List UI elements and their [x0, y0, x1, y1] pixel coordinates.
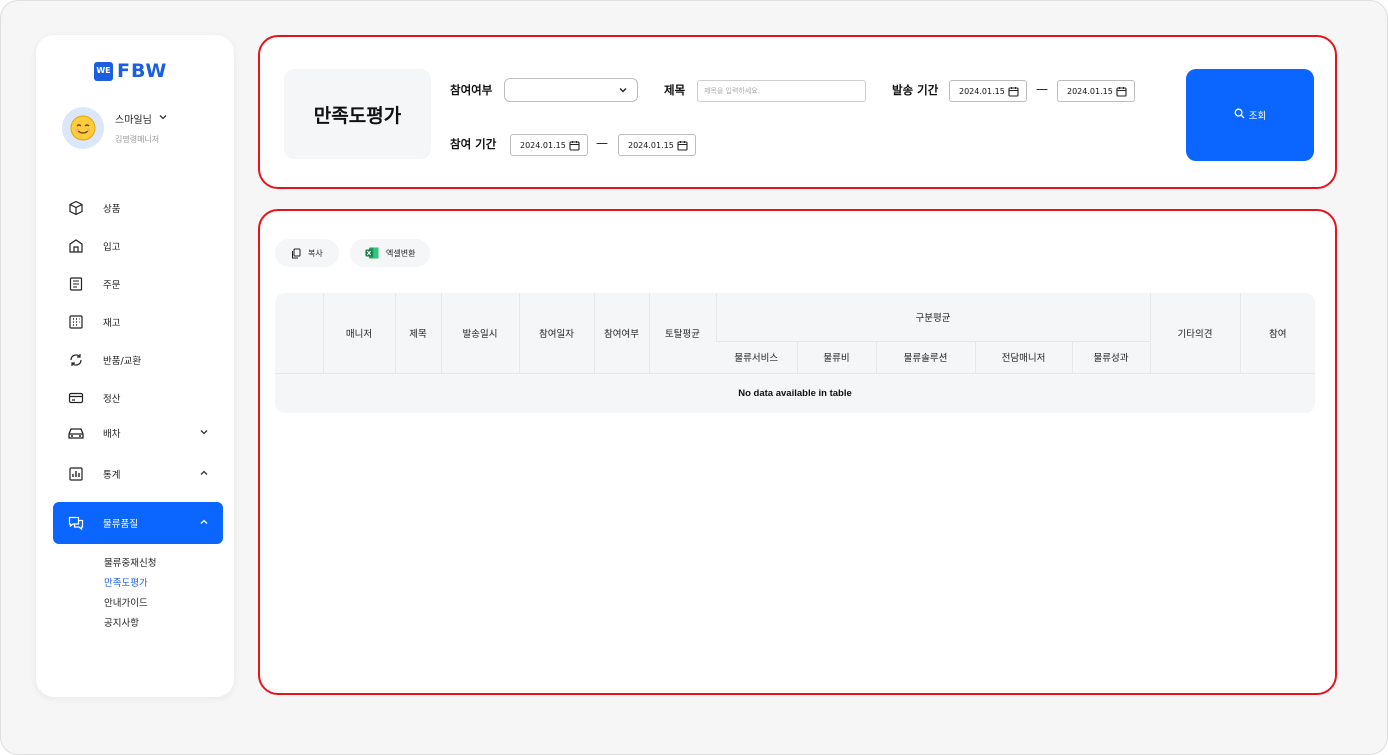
participation-period-label: 참여 기간 — [450, 137, 497, 151]
subnav-item-satisfaction[interactable]: 만족도평가 — [104, 575, 148, 589]
column-header-logistics-service[interactable]: 물류서비스 — [716, 341, 797, 374]
sidebar-item-label: 재고 — [103, 318, 121, 329]
profile[interactable]: 스마일님 김명령매니저 — [62, 107, 168, 149]
empty-table-message: No data available in table — [275, 373, 1315, 413]
sidebar-item-label: 물류품질 — [103, 519, 138, 530]
column-header-participation-date[interactable]: 참여일자 — [518, 293, 594, 374]
card-icon — [67, 389, 85, 407]
send-start-date[interactable]: 2024.01.15 — [949, 80, 1027, 102]
search-icon — [1234, 108, 1245, 122]
box-icon — [67, 199, 85, 217]
column-header-manager[interactable]: 매니저 — [322, 293, 395, 374]
chevron-down-icon[interactable] — [158, 112, 168, 125]
warehouse-icon — [67, 237, 85, 255]
sidebar-item-label: 정산 — [103, 394, 121, 405]
column-header-total-average[interactable]: 토탈평균 — [648, 293, 716, 374]
search-button[interactable]: 조회 — [1186, 69, 1314, 161]
subnav-item-guide[interactable]: 안내가이드 — [104, 595, 148, 609]
column-header-category-average: 구분평균 — [715, 293, 1151, 342]
column-header-other-comments[interactable]: 기타의견 — [1149, 293, 1241, 374]
participation-label: 참여여부 — [450, 83, 493, 97]
send-period-label: 발송 기간 — [892, 83, 939, 97]
refresh-icon — [67, 351, 85, 369]
chevron-down-icon[interactable] — [199, 427, 209, 440]
avatar-smile-icon — [62, 107, 104, 149]
profile-name: 스마일님 — [115, 115, 152, 126]
date-value: 2024.01.15 — [628, 140, 674, 150]
date-value: 2024.01.15 — [959, 86, 1005, 96]
column-header-logistics-solution[interactable]: 물류솔루션 — [875, 341, 975, 374]
date-value: 2024.01.15 — [1067, 86, 1113, 96]
participation-start-date[interactable]: 2024.01.15 — [510, 134, 588, 156]
logo-mark: WE — [94, 61, 113, 81]
column-header-participate[interactable]: 참여 — [1239, 293, 1315, 374]
subnav-item-notice[interactable]: 공지사항 — [104, 615, 139, 629]
calendar-icon[interactable] — [569, 140, 580, 153]
results-table: 매니저 제목 발송일시 참여일자 참여여부 토탈평균 구분평균 기타의견 참여 … — [275, 293, 1315, 413]
excel-icon — [365, 247, 379, 259]
sidebar: WE FBW 스마일님 김명령매니저 상품 입고 주문 재고 반품/교환 정산 … — [36, 35, 234, 697]
chat-icon — [67, 514, 85, 532]
sidebar-item-label: 반품/교환 — [103, 356, 142, 367]
sidebar-item-statistics[interactable]: 통계 — [53, 459, 223, 489]
excel-button-label: 엑셀변환 — [386, 248, 416, 258]
sidebar-item-settlement[interactable]: 정산 — [53, 383, 223, 413]
sidebar-item-product[interactable]: 상품 — [53, 193, 223, 223]
chevron-up-icon[interactable] — [199, 517, 209, 530]
column-header-dedicated-manager[interactable]: 전담매니저 — [974, 341, 1072, 374]
chevron-up-icon[interactable] — [199, 468, 209, 481]
date-range-dash: — — [1036, 82, 1048, 96]
subnav-item-dispute[interactable]: 물류중재신청 — [104, 555, 156, 569]
column-header-logistics-cost[interactable]: 물류비 — [796, 341, 876, 374]
subject-label: 제목 — [664, 83, 686, 97]
sidebar-item-inventory[interactable]: 재고 — [53, 307, 223, 337]
page-title: 만족도평가 — [284, 69, 431, 159]
subject-input[interactable]: 제목을 입력하세요. — [697, 80, 866, 102]
logo[interactable]: WE FBW — [94, 60, 167, 82]
participation-select[interactable] — [504, 78, 638, 102]
column-header-logistics-performance[interactable]: 물류성과 — [1071, 341, 1151, 374]
column-header-subject[interactable]: 제목 — [394, 293, 441, 374]
logo-text: FBW — [117, 60, 168, 82]
sidebar-item-label: 입고 — [103, 242, 121, 253]
sidebar-item-label: 주문 — [103, 280, 121, 291]
participation-end-date[interactable]: 2024.01.15 — [618, 134, 696, 156]
date-value: 2024.01.15 — [520, 140, 566, 150]
sidebar-item-inbound[interactable]: 입고 — [53, 231, 223, 261]
column-header-participation[interactable]: 참여여부 — [593, 293, 649, 374]
sidebar-item-label: 배차 — [103, 429, 121, 440]
sidebar-item-label: 통계 — [103, 470, 121, 481]
calendar-icon[interactable] — [677, 140, 688, 153]
copy-icon — [291, 248, 301, 259]
chevron-down-icon — [618, 85, 628, 98]
calendar-icon[interactable] — [1116, 86, 1127, 99]
sidebar-item-label: 상품 — [103, 204, 121, 215]
date-range-dash: — — [596, 136, 608, 150]
profile-role: 김명령매니저 — [115, 135, 160, 144]
sidebar-item-order[interactable]: 주문 — [53, 269, 223, 299]
sidebar-item-dispatch[interactable]: 배차 — [53, 418, 223, 448]
sidebar-item-logistics-quality[interactable]: 물류품질 — [53, 502, 223, 544]
sidebar-item-return[interactable]: 반품/교환 — [53, 345, 223, 375]
copy-button[interactable]: 복사 — [275, 239, 339, 267]
send-end-date[interactable]: 2024.01.15 — [1057, 80, 1135, 102]
calendar-icon[interactable] — [1008, 86, 1019, 99]
grid-icon — [67, 313, 85, 331]
results-panel: 복사 엑셀변환 매니저 제목 발송일시 참여일자 참여여부 토탈평균 구분평균 … — [258, 209, 1337, 695]
car-icon — [67, 424, 85, 442]
chart-icon — [67, 465, 85, 483]
excel-export-button[interactable]: 엑셀변환 — [350, 239, 430, 267]
receipt-icon — [67, 275, 85, 293]
copy-button-label: 복사 — [308, 248, 323, 258]
column-header-send-date[interactable]: 발송일시 — [440, 293, 519, 374]
column-header-select — [275, 293, 323, 374]
filter-panel: 만족도평가 참여여부 제목 제목을 입력하세요. 발송 기간 2024.01.1… — [258, 35, 1337, 189]
search-button-label: 조회 — [1248, 111, 1267, 122]
